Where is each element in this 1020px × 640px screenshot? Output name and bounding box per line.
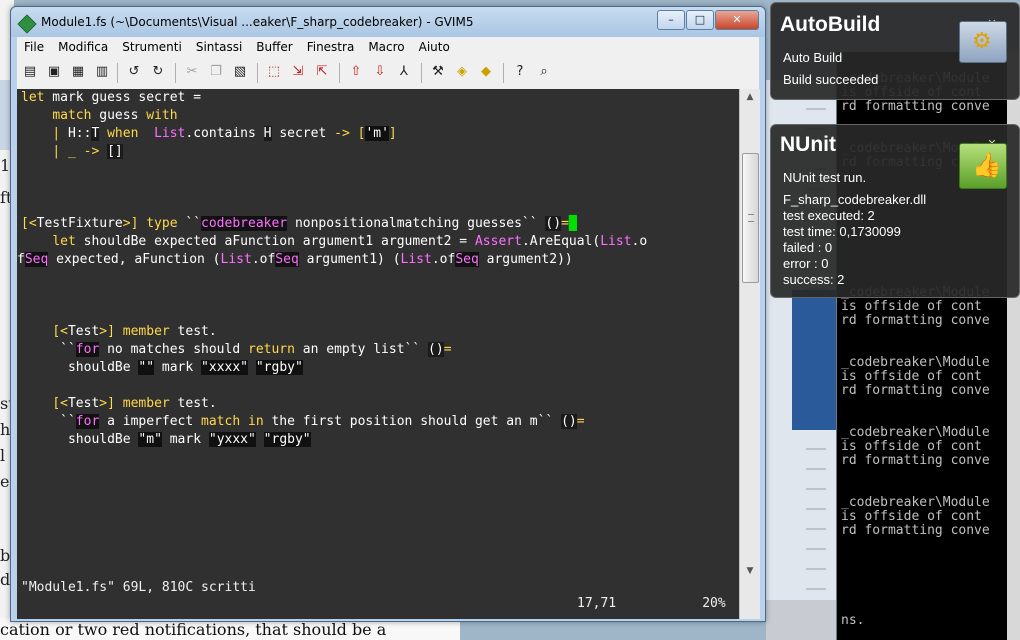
find-replace-icon[interactable]: ⬚	[265, 63, 283, 81]
gvim-window[interactable]: Module1.fs (~\Documents\Visual ...eaker\…	[10, 6, 766, 622]
window-title: Module1.fs (~\Documents\Visual ...eaker\…	[41, 15, 474, 29]
console-line: _codebreaker\Module	[841, 425, 990, 440]
print-icon[interactable]: ▥	[93, 63, 111, 81]
console-line: ns.	[841, 613, 865, 628]
code-line: | _ -> []	[52, 144, 123, 159]
console-line: _codebreaker\Module	[841, 355, 990, 370]
menu-file[interactable]: File	[17, 37, 51, 57]
notification-title: NUnit	[780, 133, 836, 156]
save-icon[interactable]: ▣	[45, 63, 63, 81]
console-line: rd formatting conve	[841, 523, 990, 538]
scroll-percent: 20%	[702, 596, 726, 611]
gear-icon: ⚙	[959, 21, 1007, 63]
console-line: is offside of cont	[841, 439, 982, 454]
notification-line: success: 2	[783, 272, 845, 287]
vim-logo-icon	[17, 14, 37, 34]
console-line: rd formatting conve	[841, 99, 990, 114]
make-icon[interactable]: ⚒	[429, 63, 447, 81]
find-next-icon[interactable]: ⇲	[289, 63, 307, 81]
code-line: [<Test>] member test.	[52, 324, 217, 339]
code-line: [<TestFixture>] type ``codebreaker nonpo…	[21, 216, 577, 231]
code-line: | H::T when List.contains H secret -> ['…	[52, 126, 397, 141]
cursor-position: 17,71 20%	[577, 595, 726, 613]
vertical-scrollbar[interactable]: ▲ ▼	[739, 89, 760, 619]
load-session-icon[interactable]: ⇧	[347, 63, 365, 81]
console-line: rd formatting conve	[841, 453, 990, 468]
scrollbar-thumb[interactable]	[742, 153, 759, 283]
title-bar[interactable]: Module1.fs (~\Documents\Visual ...eaker\…	[11, 7, 765, 37]
maximize-button[interactable]: □	[686, 10, 714, 30]
jump-tag-icon[interactable]: ◆	[477, 63, 495, 81]
thumbs-up-icon: 👍	[959, 143, 1007, 189]
menu-finestra[interactable]: Finestra	[300, 37, 362, 57]
notification-line: Auto Build	[783, 50, 843, 65]
cursor-line-col: 17,71	[577, 596, 617, 611]
code-editor[interactable]: let mark guess secret = match guess with…	[17, 89, 739, 619]
tags-icon[interactable]: ◈	[453, 63, 471, 81]
cut-icon[interactable]: ✂	[183, 63, 201, 81]
code-line: [<Test>] member test.	[52, 396, 217, 411]
background-text-fragment: l	[0, 446, 6, 465]
console-line: is offside of cont	[841, 369, 982, 384]
menu-modifica[interactable]: Modifica	[51, 37, 115, 57]
menu-strumenti[interactable]: Strumenti	[115, 37, 189, 57]
nunit-notification[interactable]: NUnit ✕ NUnit test run. F_sharp_codebrea…	[770, 124, 1020, 298]
open-icon[interactable]: ▤	[21, 63, 39, 81]
notification-line: test time: 0,1730099	[783, 224, 901, 239]
background-text-fragment: d	[0, 570, 11, 589]
find-prev-icon[interactable]: ⇱	[313, 63, 331, 81]
close-button[interactable]: ✕	[715, 10, 759, 30]
help-find-icon[interactable]: ⌕	[535, 63, 553, 81]
notification-line: NUnit test run.	[783, 170, 867, 185]
notification-line: F_sharp_codebreaker.dll	[783, 192, 927, 207]
code-line: shouldBe "m" mark "yxxx" "rgby"	[67, 432, 311, 447]
notification-line: error : 0	[783, 256, 829, 271]
autobuild-notification[interactable]: AutoBuild ✕ Auto Build Build succeeded ⚙	[770, 2, 1020, 100]
menu-macro[interactable]: Macro	[361, 37, 411, 57]
scroll-down-icon[interactable]: ▼	[740, 563, 760, 579]
background-text-fragment: e	[0, 472, 10, 491]
background-text-fragment: b	[0, 546, 11, 565]
menu-bar: File Modifica Strumenti Sintassi Buffer …	[17, 37, 759, 57]
code-line: match guess with	[52, 108, 178, 123]
console-line: rd formatting conve	[841, 313, 990, 328]
menu-aiuto[interactable]: Aiuto	[412, 37, 457, 57]
copy-icon[interactable]: ❐	[207, 63, 225, 81]
save-all-icon[interactable]: ▦	[69, 63, 87, 81]
notification-line: failed : 0	[783, 240, 833, 255]
console-line: is offside of cont	[841, 299, 982, 314]
code-line: let mark guess secret =	[21, 90, 202, 105]
redo-icon[interactable]: ↻	[149, 63, 167, 81]
notification-line: test executed: 2	[783, 208, 875, 223]
help-icon[interactable]: ?	[511, 63, 529, 81]
run-script-icon[interactable]: ⅄	[395, 63, 413, 81]
paste-icon[interactable]: ▧	[231, 63, 249, 81]
scroll-up-icon[interactable]: ▲	[740, 89, 760, 105]
menu-buffer[interactable]: Buffer	[249, 37, 299, 57]
notification-title: AutoBuild	[780, 13, 881, 36]
status-message: "Module1.fs" 69L, 810C scritti	[21, 580, 256, 595]
code-line: let shouldBe expected aFunction argument…	[52, 234, 648, 249]
code-line: ``for a imperfect match in the first pos…	[60, 414, 585, 429]
code-line: fSeq expected, aFunction (List.ofSeq arg…	[17, 252, 573, 267]
notification-line: Build succeeded	[783, 72, 879, 87]
console-line: rd formatting conve	[841, 383, 990, 398]
minimize-button[interactable]: –	[657, 10, 685, 30]
toolbar: ▤ ▣ ▦ ▥ ↺ ↻ ✂ ❐ ▧ ⬚ ⇲ ⇱ ⇧ ⇩ ⅄ ⚒ ◈ ◆ ? ⌕	[17, 57, 759, 90]
code-line: shouldBe "" mark "xxxx" "rgby"	[67, 360, 303, 375]
menu-sintassi[interactable]: Sintassi	[189, 37, 249, 57]
console-line: is offside of cont	[841, 509, 982, 524]
console-line: _codebreaker\Module	[841, 495, 990, 510]
undo-icon[interactable]: ↺	[125, 63, 143, 81]
code-line: ``for no matches should return an empty …	[60, 342, 452, 357]
save-session-icon[interactable]: ⇩	[371, 63, 389, 81]
